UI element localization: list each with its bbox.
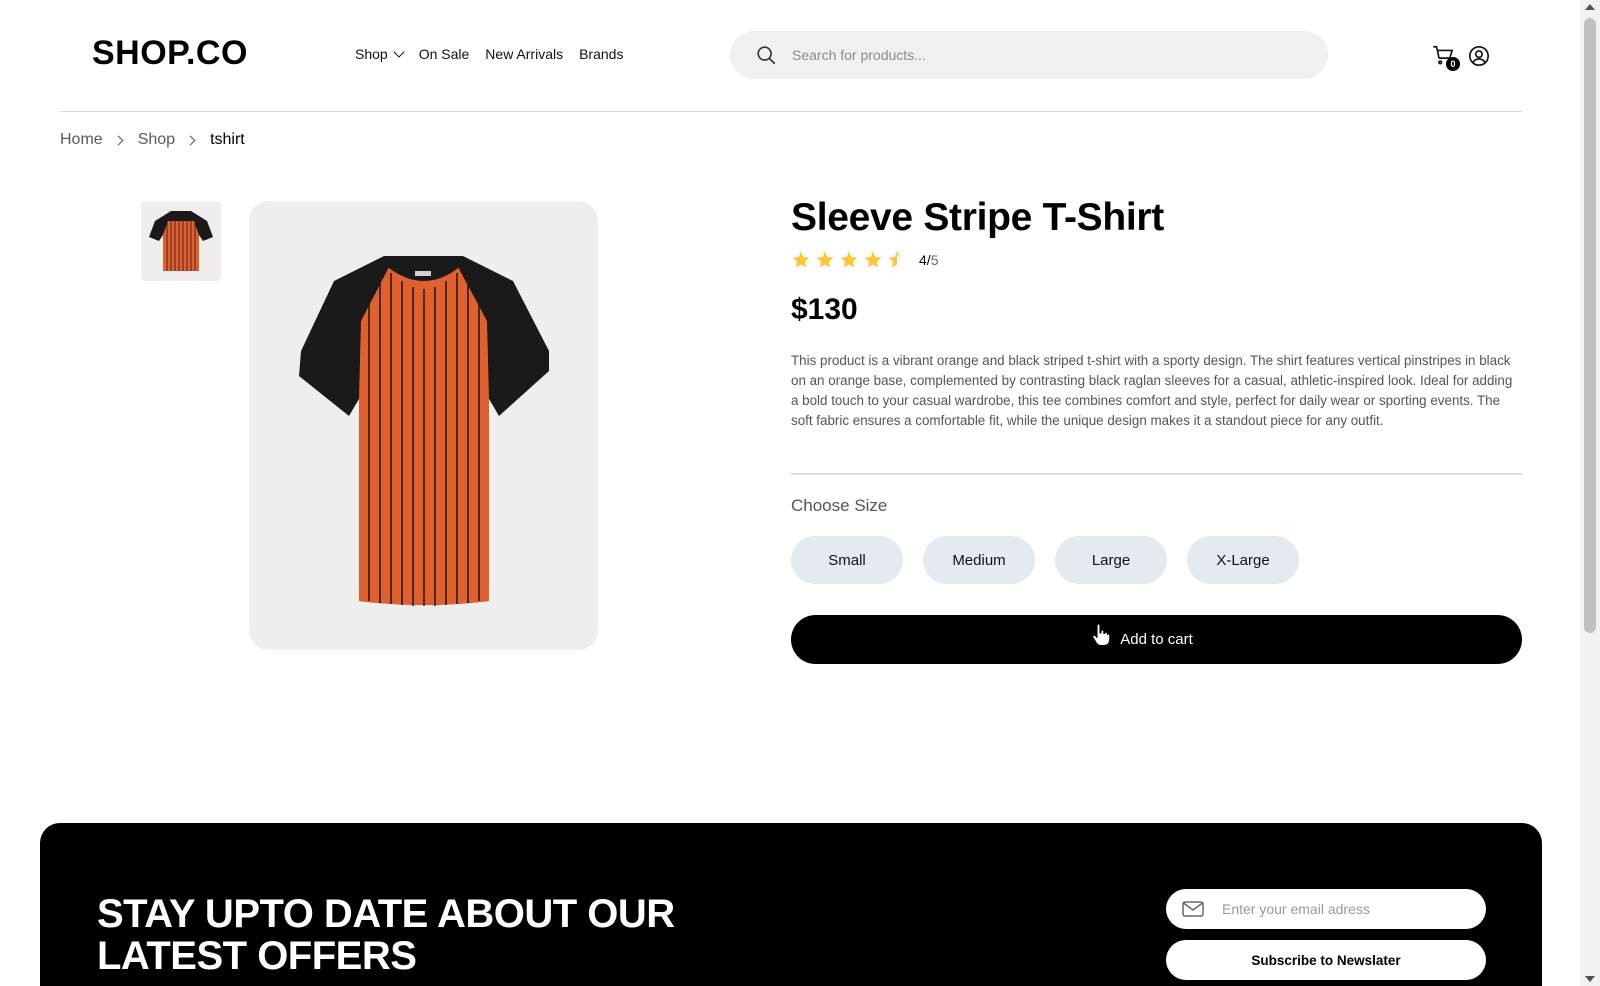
chevron-down-icon: [393, 46, 405, 58]
star-icon: [816, 251, 834, 268]
rating-value: 4: [919, 252, 927, 268]
product-thumbnail[interactable]: [141, 201, 221, 281]
chevron-right-icon: [185, 135, 196, 145]
breadcrumb-home[interactable]: Home: [60, 131, 103, 149]
newsletter-title-line2: LATEST OFFERS: [97, 934, 417, 978]
chevron-right-icon: [113, 135, 124, 145]
site-header: SHOP.CO Shop On Sale New Arrivals Brands: [0, 0, 1580, 112]
page-scrollbar[interactable]: [1580, 0, 1600, 986]
rating-text: 4/5: [919, 252, 938, 268]
rating-max: 5: [930, 252, 939, 268]
header-divider: [60, 111, 1522, 112]
newsletter-title-line1: STAY UPTO DATE ABOUT OUR: [97, 892, 675, 936]
tshirt-thumbnail-image: [149, 211, 213, 271]
breadcrumb: Home Shop tshirt: [60, 131, 245, 149]
half-star-icon: [888, 251, 900, 268]
user-icon: [1469, 46, 1489, 66]
add-to-cart-button[interactable]: Add to cart: [791, 615, 1522, 664]
newsletter-title: STAY UPTO DATE ABOUT OUR LATEST OFFERS: [97, 893, 817, 977]
product-title: Sleeve Stripe T-Shirt: [791, 196, 1164, 239]
search-bar: [730, 31, 1328, 79]
subscribe-button[interactable]: Subscribe to Newslater: [1166, 940, 1486, 980]
scrollbar-thumb[interactable]: [1584, 18, 1596, 633]
star-icon: [792, 251, 810, 268]
product-description: This product is a vibrant orange and bla…: [791, 353, 1513, 428]
star-icon: [840, 251, 858, 268]
product-price: $130: [791, 293, 858, 326]
size-options: Small Medium Large X-Large: [791, 536, 1299, 584]
product-rating: 4/5: [791, 250, 938, 270]
tshirt-image: [299, 256, 549, 606]
size-xlarge-button[interactable]: X-Large: [1187, 536, 1299, 584]
size-small-button[interactable]: Small: [791, 536, 903, 584]
nav-on-sale[interactable]: On Sale: [419, 46, 470, 62]
size-label: Choose Size: [791, 496, 888, 515]
cart-button[interactable]: 0: [1432, 44, 1460, 71]
info-divider: [791, 473, 1522, 475]
search-input[interactable]: [792, 47, 1292, 63]
scroll-up-arrow-icon[interactable]: [1585, 4, 1595, 10]
star-icon: [864, 251, 882, 268]
main-nav: Shop On Sale New Arrivals Brands: [355, 46, 623, 62]
site-logo[interactable]: SHOP.CO: [92, 34, 248, 73]
nav-brands[interactable]: Brands: [579, 46, 623, 62]
search-icon[interactable]: [742, 31, 790, 79]
hand-cursor-icon: [1092, 623, 1111, 647]
user-account-button[interactable]: [1468, 45, 1490, 67]
breadcrumb-shop[interactable]: Shop: [138, 131, 175, 149]
nav-on-sale-label: On Sale: [418, 46, 470, 62]
cart-count-badge: 0: [1446, 57, 1460, 71]
newsletter-email-field: [1166, 889, 1486, 929]
size-medium-button[interactable]: Medium: [923, 536, 1035, 584]
nav-brands-label: Brands: [579, 46, 624, 62]
breadcrumb-current: tshirt: [210, 131, 245, 148]
nav-new-arrivals[interactable]: New Arrivals: [485, 46, 563, 62]
nav-shop[interactable]: Shop: [355, 46, 405, 62]
nav-shop-label: Shop: [355, 46, 388, 62]
nav-new-arrivals-label: New Arrivals: [485, 46, 564, 62]
newsletter-banner: STAY UPTO DATE ABOUT OUR LATEST OFFERS S…: [40, 823, 1542, 986]
product-main-image[interactable]: [249, 201, 598, 650]
scroll-down-arrow-icon[interactable]: [1585, 976, 1595, 982]
size-large-button[interactable]: Large: [1055, 536, 1167, 584]
newsletter-email-input[interactable]: [1222, 901, 1472, 917]
mail-icon: [1182, 901, 1204, 917]
